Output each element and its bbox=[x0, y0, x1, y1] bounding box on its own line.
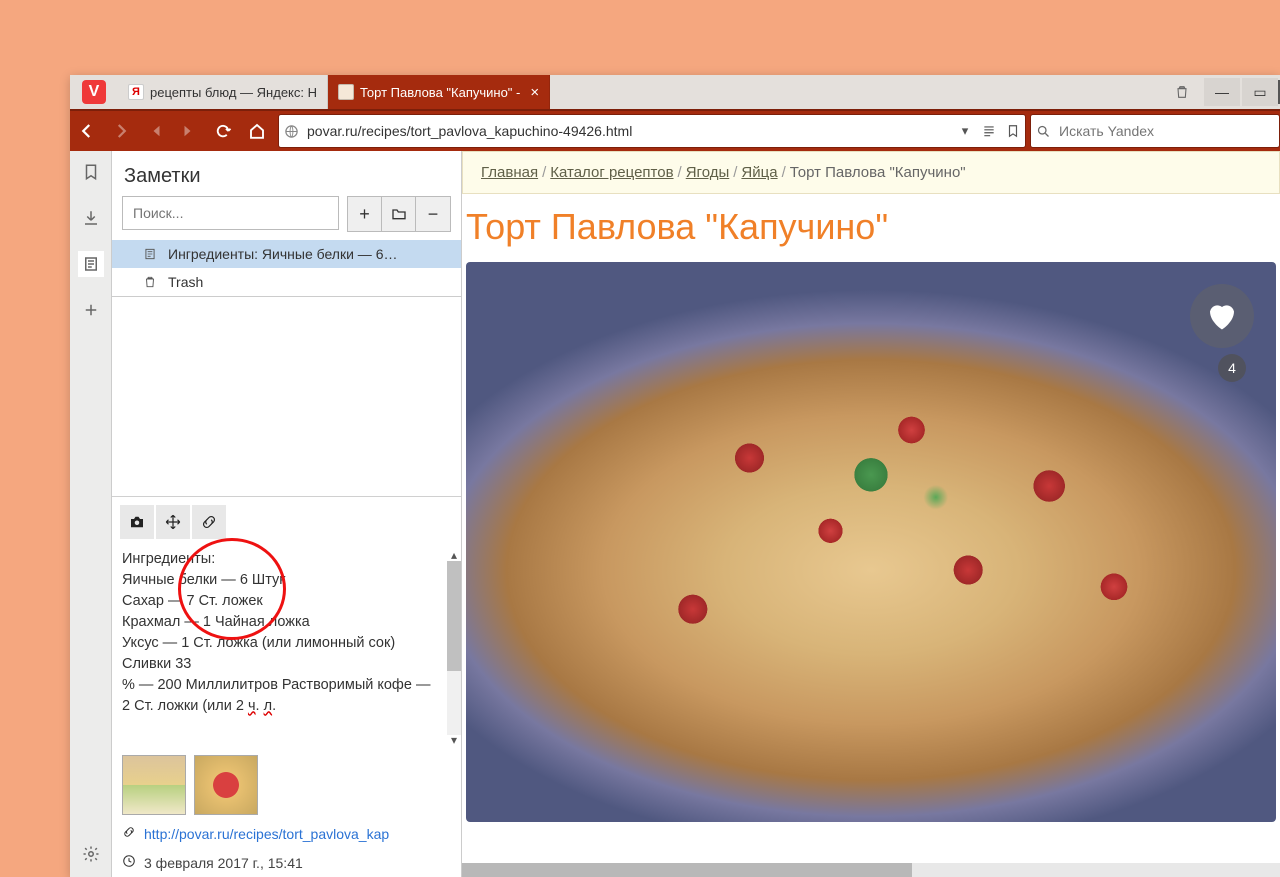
search-box[interactable] bbox=[1030, 114, 1280, 148]
notes-toolbar: + − bbox=[112, 196, 461, 240]
app-logo-icon: V bbox=[82, 80, 106, 104]
search-icon bbox=[1031, 124, 1055, 139]
note-item-title: Trash bbox=[168, 274, 203, 290]
webpage-content: Главная/Каталог рецептов/Ягоды/Яйца/Торт… bbox=[462, 151, 1280, 877]
trash-icon bbox=[142, 274, 158, 290]
title-bar: V Ярецепты блюд — Яндекс: НТорт Павлова … bbox=[70, 75, 1280, 109]
note-text-line: Сахар — 7 Ст. ложек bbox=[122, 591, 451, 612]
link-icon bbox=[122, 825, 136, 842]
site-info-icon[interactable] bbox=[279, 124, 303, 139]
horizontal-scrollbar[interactable] bbox=[462, 863, 1280, 877]
navigation-bar: ▾ bbox=[70, 109, 1280, 151]
maximize-button[interactable]: ▭ bbox=[1242, 78, 1278, 106]
note-text-line: Крахмал — 1 Чайная ложка bbox=[122, 612, 451, 633]
fast-forward-button[interactable] bbox=[172, 110, 206, 152]
notes-panel: Заметки + − Ингредиенты: Яичные белки — … bbox=[112, 151, 462, 877]
note-list-item[interactable]: Ингредиенты: Яичные белки — 6… bbox=[112, 240, 461, 268]
note-icon bbox=[142, 246, 158, 262]
breadcrumb-item[interactable]: Яйца bbox=[741, 164, 777, 181]
new-folder-button[interactable] bbox=[382, 197, 416, 231]
tab[interactable]: Ярецепты блюд — Яндекс: Н bbox=[118, 75, 328, 109]
add-note-button[interactable]: + bbox=[348, 197, 382, 231]
note-list-item[interactable]: Trash bbox=[112, 268, 461, 296]
attachment-thumbnail[interactable] bbox=[194, 755, 258, 815]
breadcrumb-item[interactable]: Каталог рецептов bbox=[550, 164, 673, 181]
note-tools bbox=[112, 496, 461, 545]
tab[interactable]: Торт Павлова "Капучино" - × bbox=[328, 75, 550, 109]
note-item-title: Ингредиенты: Яичные белки — 6… bbox=[168, 246, 397, 262]
trash-tab-button[interactable] bbox=[1164, 78, 1200, 106]
bookmarks-panel-icon[interactable] bbox=[78, 159, 104, 185]
bookmark-icon[interactable] bbox=[1001, 115, 1025, 147]
downloads-panel-icon[interactable] bbox=[78, 205, 104, 231]
notes-panel-icon[interactable] bbox=[78, 251, 104, 277]
notes-heading: Заметки bbox=[112, 151, 461, 196]
camera-icon[interactable] bbox=[120, 505, 154, 539]
side-panel-bar bbox=[70, 151, 112, 877]
back-button[interactable] bbox=[70, 110, 104, 152]
breadcrumb-item: Торт Павлова "Капучино" bbox=[790, 164, 966, 181]
tab-title: рецепты блюд — Яндекс: Н bbox=[150, 85, 317, 100]
heart-icon bbox=[1204, 298, 1240, 334]
page-title: Торт Павлова "Капучино" bbox=[462, 194, 1280, 262]
add-panel-icon[interactable] bbox=[78, 297, 104, 323]
notes-button-group: + − bbox=[347, 196, 451, 232]
home-button[interactable] bbox=[240, 110, 274, 152]
favorite-button[interactable] bbox=[1190, 284, 1254, 348]
reload-button[interactable] bbox=[206, 110, 240, 152]
breadcrumb: Главная/Каталог рецептов/Ягоды/Яйца/Торт… bbox=[462, 151, 1280, 194]
breadcrumb-item[interactable]: Главная bbox=[481, 164, 538, 181]
link-to-page-icon[interactable] bbox=[192, 505, 226, 539]
minimize-button[interactable]: — bbox=[1204, 78, 1240, 106]
settings-icon[interactable] bbox=[78, 841, 104, 867]
window-controls: — ▭ bbox=[1164, 75, 1280, 109]
browser-window: V Ярецепты блюд — Яндекс: НТорт Павлова … bbox=[70, 75, 1280, 877]
tab-strip: Ярецепты блюд — Яндекс: НТорт Павлова "К… bbox=[118, 75, 1252, 109]
recipe-image: 4 bbox=[466, 262, 1276, 822]
search-input[interactable] bbox=[1055, 123, 1279, 139]
attachment-thumbnail[interactable] bbox=[122, 755, 186, 815]
note-body[interactable]: ▴ ▾ Ингредиенты:Яичные белки — 6 ШтукСах… bbox=[112, 545, 461, 752]
clock-icon bbox=[122, 854, 136, 871]
url-input[interactable] bbox=[303, 123, 953, 139]
close-tab-icon[interactable]: × bbox=[530, 84, 539, 101]
tab-favicon-icon bbox=[338, 84, 354, 100]
note-attachments bbox=[112, 751, 461, 819]
move-icon[interactable] bbox=[156, 505, 190, 539]
note-source-link: http://povar.ru/recipes/tort_pavlova_kaр bbox=[112, 819, 461, 848]
dropdown-icon[interactable]: ▾ bbox=[953, 115, 977, 147]
tab-favicon-icon: Я bbox=[128, 84, 144, 100]
breadcrumb-item[interactable]: Ягоды bbox=[686, 164, 730, 181]
note-text-line: Уксус — 1 Ст. ложка (или лимонный сок) С… bbox=[122, 633, 451, 675]
forward-button[interactable] bbox=[104, 110, 138, 152]
tab-title: Торт Павлова "Капучино" - bbox=[360, 85, 520, 100]
note-text-line: Ингредиенты: bbox=[122, 549, 451, 570]
source-link[interactable]: http://povar.ru/recipes/tort_pavlova_kaр bbox=[144, 826, 389, 842]
note-scrollbar[interactable] bbox=[447, 561, 461, 736]
notes-list: Ингредиенты: Яичные белки — 6… Trash bbox=[112, 240, 461, 297]
note-date: 3 февраля 2017 г., 15:41 bbox=[112, 848, 461, 877]
address-bar[interactable]: ▾ bbox=[278, 114, 1026, 148]
notes-search-input[interactable] bbox=[122, 196, 339, 230]
note-text-line: % — 200 Миллилитров Растворимый кофе — 2… bbox=[122, 675, 451, 717]
rewind-button[interactable] bbox=[138, 110, 172, 152]
favorite-count: 4 bbox=[1218, 354, 1246, 382]
date-text: 3 февраля 2017 г., 15:41 bbox=[144, 855, 303, 871]
note-text-line: Яичные белки — 6 Штук bbox=[122, 570, 451, 591]
reader-mode-icon[interactable] bbox=[977, 115, 1001, 147]
remove-note-button[interactable]: − bbox=[416, 197, 450, 231]
